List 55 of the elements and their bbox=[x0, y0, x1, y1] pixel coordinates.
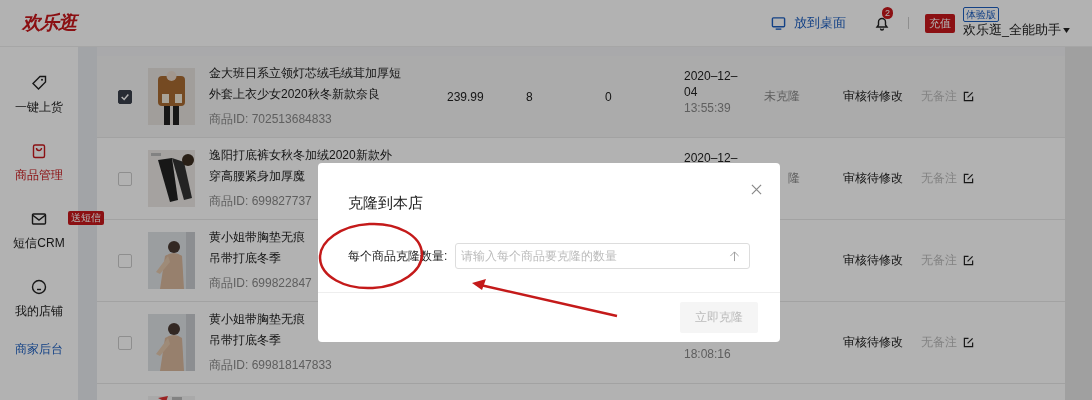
check-icon bbox=[120, 91, 130, 102]
notification-badge: 2 bbox=[882, 7, 894, 19]
product-id: 商品ID: 699822847 bbox=[209, 275, 312, 292]
promo-badge: 送短信 bbox=[68, 211, 105, 225]
sidebar-item[interactable]: 商品管理 bbox=[15, 143, 63, 184]
edit-icon[interactable] bbox=[963, 173, 974, 184]
date: 04 bbox=[684, 85, 698, 99]
up-arrow-icon[interactable] bbox=[729, 251, 740, 262]
review-status: 审核待修改 bbox=[843, 334, 904, 351]
product-id: 商品ID: 699827737 bbox=[209, 193, 312, 210]
product-id: 商品ID: 702513684833 bbox=[209, 111, 332, 128]
sales-count: 0 bbox=[605, 89, 613, 104]
account-menu[interactable]: 欢乐逛_全能助手 bbox=[963, 22, 1070, 39]
product-title: 黄小姐带胸垫无痕 bbox=[209, 229, 305, 246]
time: 13:55:39 bbox=[684, 101, 731, 115]
sidebar-item[interactable]: 短信CRM bbox=[13, 211, 65, 252]
date: 2020–12– bbox=[684, 151, 738, 165]
product-title: 穿高腰紧身加厚魔 bbox=[209, 168, 305, 185]
dialog-title: 克隆到本店 bbox=[348, 194, 423, 213]
product-title: 吊带打底冬季 bbox=[209, 332, 281, 349]
merchant-backend-link[interactable]: 商家后台 bbox=[15, 341, 63, 358]
clone-status: 未克隆 bbox=[763, 88, 800, 105]
date: 2020–12– bbox=[684, 69, 738, 83]
caret-icon bbox=[1063, 28, 1070, 33]
product-title: 逸阳打底裤女秋冬加绒2020新款外 bbox=[209, 147, 392, 164]
product-id: 商品ID: 699818147833 bbox=[209, 357, 332, 374]
time: 18:08:16 bbox=[684, 347, 731, 361]
edit-icon[interactable] bbox=[963, 337, 974, 348]
checkbox[interactable] bbox=[118, 89, 132, 104]
review-status: 审核待修改 bbox=[843, 252, 904, 269]
mail-icon bbox=[31, 211, 47, 227]
product-title: 金大班日系立领灯芯绒毛绒茸加厚短 bbox=[209, 65, 401, 82]
edit-icon[interactable] bbox=[963, 255, 974, 266]
price: 239.99 bbox=[447, 89, 485, 104]
bag-icon bbox=[31, 143, 47, 159]
smiley-icon bbox=[31, 279, 47, 295]
desktop-link[interactable]: 放到桌面 bbox=[771, 14, 847, 32]
stock-count: 8 bbox=[526, 89, 534, 104]
product-title: 黄小姐带胸垫无痕 bbox=[209, 311, 305, 328]
desktop-link-label[interactable]: 放到桌面 bbox=[794, 14, 847, 32]
review-status: 审核待修改 bbox=[843, 88, 904, 105]
recharge-button[interactable]: 充值 bbox=[925, 13, 956, 33]
product-title: 外套上衣少女2020秋冬新款奈良 bbox=[209, 86, 380, 103]
tag-icon bbox=[31, 75, 47, 91]
product-title: 吊带打底冬季 bbox=[209, 250, 281, 267]
sidebar-item[interactable]: 一键上货 bbox=[15, 75, 63, 116]
edit-icon[interactable] bbox=[963, 91, 974, 102]
close-icon[interactable] bbox=[751, 184, 762, 195]
sidebar-item[interactable]: 我的店铺 bbox=[15, 279, 63, 320]
clone-status: 隆 bbox=[787, 170, 800, 187]
review-status: 审核待修改 bbox=[843, 170, 904, 187]
monitor-icon bbox=[771, 15, 787, 31]
plan-tag: 体验版 bbox=[963, 7, 1000, 22]
quantity-input[interactable]: 请输入每个商品要克隆的数量 bbox=[455, 243, 750, 269]
bell-icon[interactable] bbox=[874, 15, 891, 31]
